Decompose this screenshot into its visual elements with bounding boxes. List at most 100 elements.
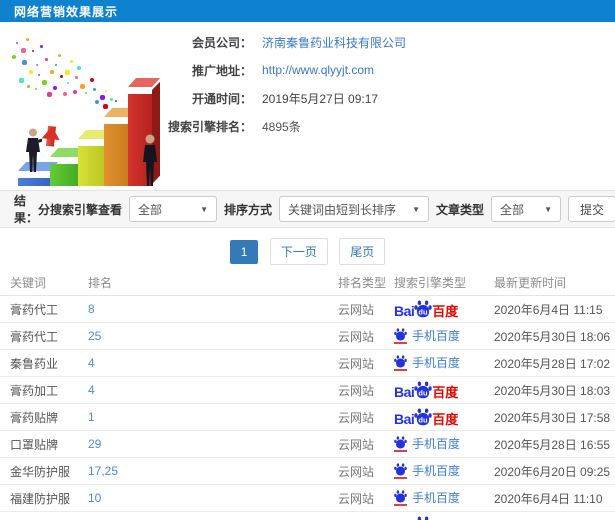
engine-filter-label: 分搜索引擎查看 [38, 202, 123, 217]
baidu-mobile-logo: 手机百度 [394, 436, 460, 452]
svg-text:du: du [419, 388, 429, 397]
baidu-mobile-underline [394, 477, 407, 479]
engine-filter-select[interactable]: 全部 ▼ [129, 196, 218, 222]
table-row: 福建防护服 10 云网站 手机百度 2020年6月4日 11:10 [0, 485, 615, 512]
baidu-paw-icon: du [414, 381, 432, 399]
baidu-mobile-underline [394, 342, 407, 344]
rank-link[interactable]: 17,25 [88, 464, 338, 478]
info-row-url: 推广地址： http://www.qlyyjt.com [152, 62, 406, 78]
filter-bar: 结果： 分搜索引擎查看 全部 ▼ 排序方式 关键词由短到长排序 ▼ 文章类型 全… [0, 190, 615, 228]
info-row-open-time: 开通时间： 2019年5月27日 09:17 [152, 90, 406, 106]
baidu-mobile-logo: 手机百度 [394, 490, 460, 506]
rank-type-cell: 云网站 [338, 491, 375, 506]
table-row: 膏药代工 25 云网站 手机百度 2020年5月30日 18:06 [0, 323, 615, 350]
engine-cell: 手机百度 [394, 490, 494, 506]
baidu-pc-logo: Baidu百度 [394, 300, 458, 318]
info-row-rank-count: 搜索引擎排名： 4895条 [152, 118, 406, 134]
keyword-cell: 膏药贴牌 [10, 410, 59, 425]
table-row: 口罩贴牌 29 云网站 手机百度 2020年5月28日 16:55 [0, 431, 615, 458]
table-row: 膏药加工 4 云网站 Bai du 百度 2020年5月30日 18:03 [0, 377, 615, 404]
rank-type-cell: 云网站 [338, 383, 375, 398]
bar-orange [104, 108, 139, 186]
rank-link[interactable]: 4 [88, 356, 338, 370]
rank-count-value: 4895条 [262, 119, 301, 134]
result-label: 结果： [14, 194, 39, 225]
sort-filter-label: 排序方式 [224, 202, 273, 217]
keyword-cell: 膏药代工 [10, 302, 59, 317]
engine-cell: 手机百度 [394, 328, 494, 344]
next-page-button[interactable]: 下一页 [269, 238, 328, 265]
table-body: 膏药代工 8 云网站 Bai du 百度 2020年6月4日 11:15 膏药代工 … [0, 296, 615, 520]
submit-button[interactable]: 提交 [568, 196, 615, 222]
updated-cell: 2020年5月28日 17:02 [494, 356, 611, 371]
rank-type-cell: 云网站 [338, 356, 375, 371]
col-header-rank: 排名 [88, 276, 113, 290]
engine-cell: 手机百度 [394, 355, 494, 371]
engine-cell: 手机百度 [394, 436, 494, 452]
col-header-rank-type: 排名类型 [338, 276, 387, 290]
col-header-engine-type: 搜索引擎类型 [394, 276, 467, 290]
baidu-paw-icon [394, 328, 407, 341]
rank-type-cell: 云网站 [338, 410, 375, 425]
company-label: 会员公司： [191, 35, 252, 50]
rank-link[interactable]: 10 [88, 491, 338, 505]
pagination: 1 下一页 尾页 [0, 238, 615, 265]
info-section: 会员公司： 济南秦鲁药业科技有限公司 推广地址： http://www.qlyy… [0, 22, 615, 188]
rank-link[interactable]: 29 [88, 437, 338, 451]
rank-count-label: 搜索引擎排名： [167, 119, 252, 134]
rank-link[interactable]: 1 [88, 410, 338, 424]
table-row: Baidu百度 [0, 512, 615, 520]
keyword-cell: 口罩贴牌 [10, 437, 59, 452]
svg-text:du: du [419, 415, 429, 424]
rank-link[interactable]: 8 [88, 302, 338, 316]
baidu-mobile-logo: 手机百度 [394, 328, 460, 344]
updated-cell: 2020年6月20日 09:25 [494, 464, 611, 479]
last-page-button[interactable]: 尾页 [339, 238, 386, 265]
engine-cell: Baidu百度 [394, 300, 494, 318]
table-row: 膏药贴牌 1 云网站 Bai du 百度 2020年5月30日 17:58 [0, 404, 615, 431]
page: 网络营销效果展示 会员公司： 济南秦鲁药业科技有限公司 推广地址： http:/… [0, 0, 615, 520]
page-1-button[interactable]: 1 [229, 240, 259, 264]
baidu-pc-logo: Baidu百度 [394, 516, 458, 520]
filter-controls: 分搜索引擎查看 全部 ▼ 排序方式 关键词由短到长排序 ▼ 文章类型 全部 ▼ … [38, 196, 615, 222]
article-type-select[interactable]: 全部 ▼ [491, 196, 562, 222]
rank-type-cell: 云网站 [338, 464, 375, 479]
chevron-down-icon: ▼ [412, 204, 421, 214]
window-header: 网络营销效果展示 [0, 0, 615, 22]
results-table: 关键词 排名 排名类型 搜索引擎类型 最新更新时间 膏药代工 8 云网站 Bai… [0, 270, 615, 520]
chevron-down-icon: ▼ [200, 204, 209, 214]
baidu-paw-icon [394, 490, 407, 503]
sort-filter-select[interactable]: 关键词由短到长排序 ▼ [279, 196, 430, 222]
chevron-down-icon: ▼ [544, 204, 553, 214]
rank-link[interactable]: 25 [88, 329, 338, 343]
bar-green [50, 148, 87, 186]
updated-cell: 2020年6月4日 11:10 [494, 491, 603, 506]
engine-cell: Baidu百度 [394, 408, 494, 426]
updated-cell: 2020年5月30日 17:58 [494, 410, 611, 425]
baidu-mobile-underline [394, 504, 407, 506]
info-row-company: 会员公司： 济南秦鲁药业科技有限公司 [152, 34, 406, 50]
promo-url-link[interactable]: http://www.qlyyjt.com [262, 63, 374, 77]
table-row: 金华防护服 17,25 云网站 手机百度 2020年6月20日 09:25 [0, 458, 615, 485]
baidu-mobile-logo: 手机百度 [394, 355, 460, 371]
baidu-mobile-underline [394, 450, 407, 452]
company-link[interactable]: 济南秦鲁药业科技有限公司 [262, 34, 406, 51]
table-row: 膏药代工 8 云网站 Bai du 百度 2020年6月4日 11:15 [0, 296, 615, 323]
baidu-paw-icon: du [414, 300, 432, 318]
article-type-label: 文章类型 [436, 202, 485, 217]
keyword-cell: 秦鲁药业 [10, 356, 59, 371]
rank-link[interactable]: 4 [88, 383, 338, 397]
baidu-pc-logo: Baidu百度 [394, 408, 458, 426]
baidu-paw-icon: du [414, 408, 432, 426]
engine-cell: Baidu百度 [394, 381, 494, 399]
open-time-value: 2019年5月27日 09:17 [262, 91, 379, 106]
baidu-pc-logo: Baidu百度 [394, 381, 458, 399]
keyword-cell: 福建防护服 [10, 491, 71, 506]
updated-cell: 2020年5月30日 18:06 [494, 329, 611, 344]
keyword-cell: 膏药加工 [10, 383, 59, 398]
baidu-mobile-underline [394, 369, 407, 371]
rank-type-cell: 云网站 [338, 329, 375, 344]
rank-type-cell: 云网站 [338, 437, 375, 452]
businessman-left-figure [26, 128, 42, 172]
up-arrow-icon [41, 125, 61, 147]
